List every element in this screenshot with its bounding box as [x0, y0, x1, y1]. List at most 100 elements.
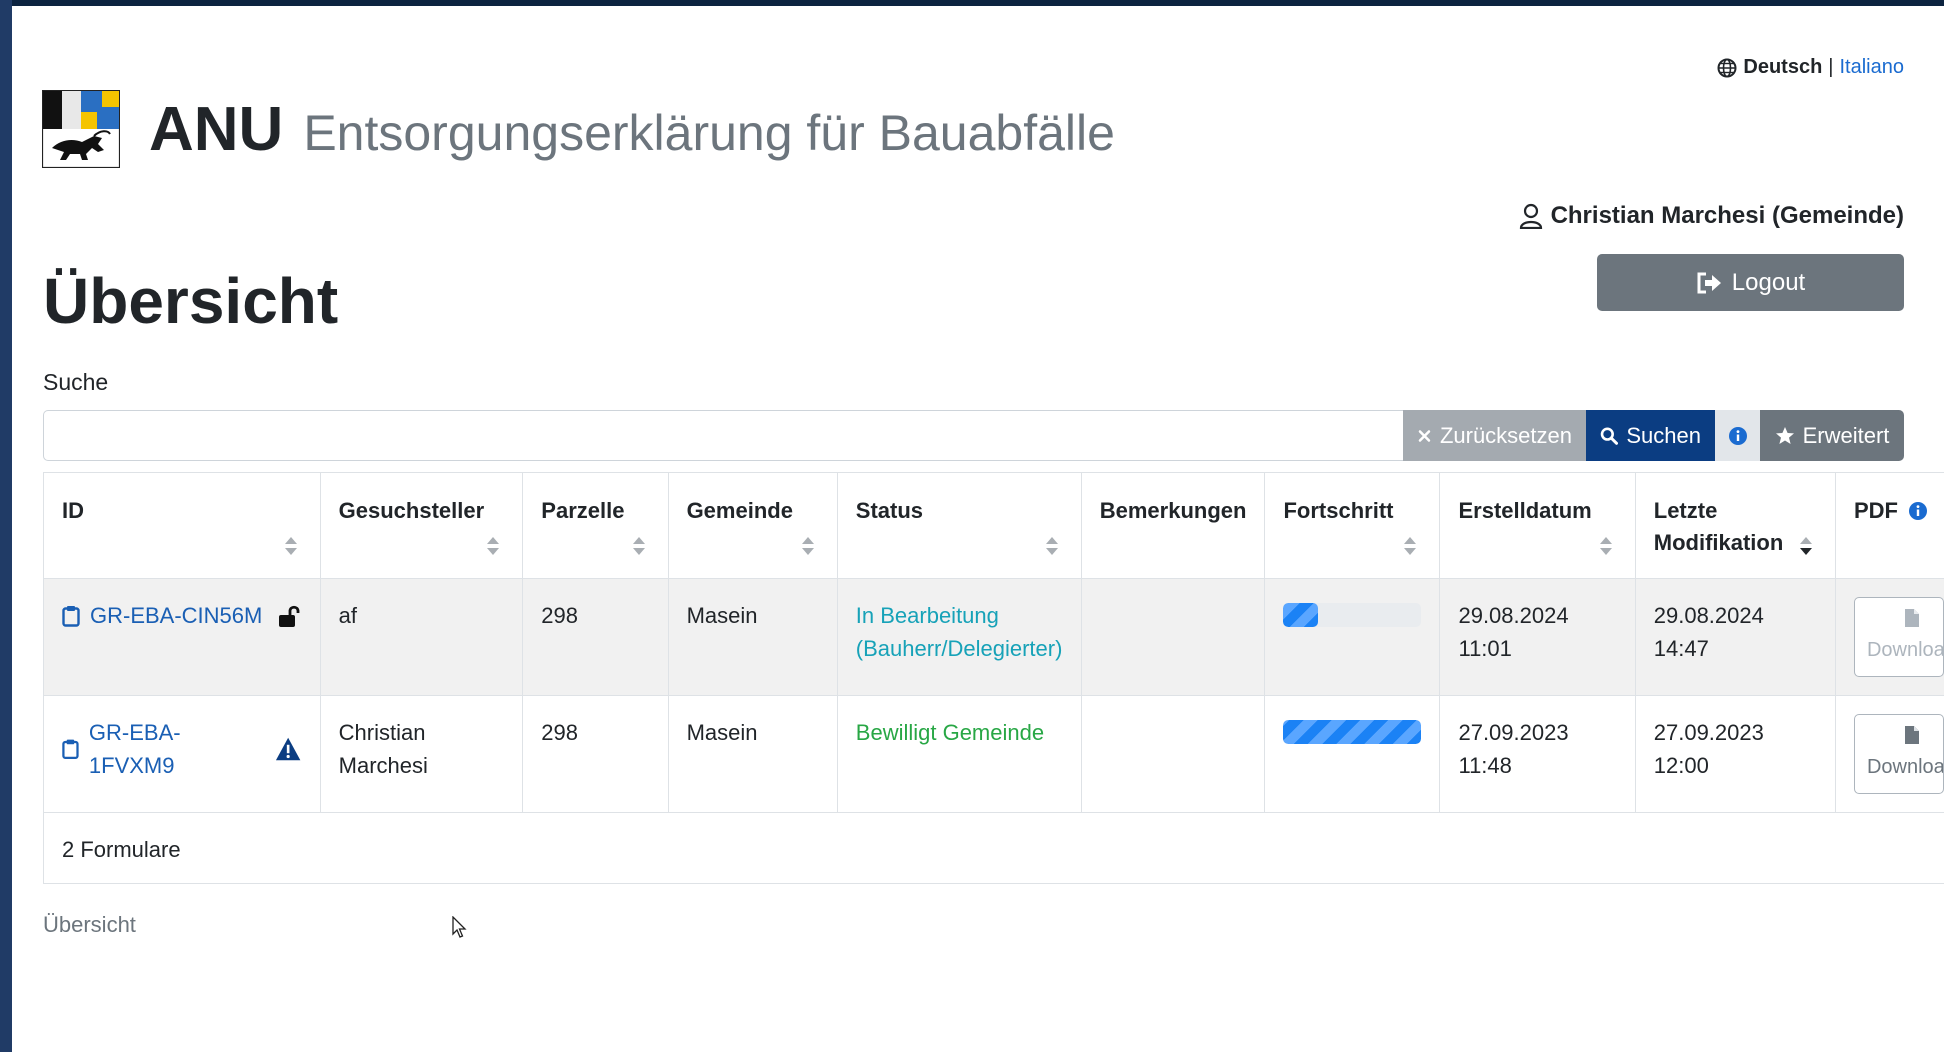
star-icon [1775, 426, 1794, 444]
column-label: ID [62, 498, 84, 523]
cell-erstelldatum: 29.08.2024 11:01 [1439, 578, 1636, 696]
column-header-id[interactable]: ID [43, 472, 321, 579]
close-icon [1418, 429, 1431, 442]
cell-fortschritt [1264, 695, 1441, 813]
page-title: Übersicht [43, 265, 339, 337]
reset-button[interactable]: Zurücksetzen [1403, 410, 1586, 461]
app-brand: ANU Entsorgungserklärung für Bauabfälle [149, 94, 1115, 165]
cell-gesuchsteller: Christian Marchesi [319, 695, 524, 813]
cell-modifikation: 29.08.2024 14:47 [1634, 578, 1836, 696]
cell-id: GR-EBA-CIN56M [43, 578, 321, 696]
column-label: Erstelldatum [1458, 498, 1592, 523]
table-row: GR-EBA-CIN56M af 298 Masein In Bearbeitu… [43, 578, 1944, 696]
search-input[interactable] [43, 410, 1403, 461]
search-info-button[interactable] [1715, 410, 1760, 461]
logout-label: Logout [1731, 268, 1806, 296]
column-label: PDF [1853, 498, 1898, 523]
cell-status: In Bearbeitung (Bauherr/Delegierter) [836, 578, 1082, 696]
search-label-text: Suchen [1626, 422, 1701, 448]
column-label: Gemeinde [686, 498, 793, 523]
language-separator: | [1828, 56, 1834, 78]
info-icon [1728, 426, 1747, 445]
form-id-link[interactable]: GR-EBA-1FVXM9 [89, 716, 255, 782]
column-header-pdf: PDF [1834, 472, 1944, 579]
column-header-erstelldatum[interactable]: Erstelldatum [1439, 472, 1636, 579]
sort-desc-icon [1799, 537, 1812, 555]
language-switcher: Deutsch | Italiano [1717, 56, 1904, 79]
download-pdf-button[interactable]: Download [1853, 597, 1944, 677]
column-header-status[interactable]: Status [836, 472, 1082, 579]
cell-pdf: Download [1834, 578, 1944, 696]
column-header-gemeinde[interactable]: Gemeinde [667, 472, 838, 579]
form-count: 2 Formulare [43, 812, 1944, 884]
unlock-icon [279, 605, 300, 627]
status-text: Bewilligt Gemeinde [855, 720, 1045, 745]
column-header-gesuchsteller[interactable]: Gesuchsteller [319, 472, 524, 579]
app-name: ANU [149, 95, 284, 164]
download-label: Download [1866, 755, 1944, 778]
created-time: 11:48 [1458, 753, 1512, 778]
column-label: Letzte Modifikation [1653, 498, 1784, 555]
breadcrumb[interactable]: Übersicht [43, 912, 136, 938]
modified-date: 27.09.2023 [1653, 720, 1764, 745]
warning-icon [276, 737, 301, 761]
cell-gesuchsteller: af [319, 578, 524, 696]
cell-parzelle: 298 [522, 578, 669, 696]
cell-status: Bewilligt Gemeinde [836, 695, 1082, 813]
extended-label: Erweitert [1802, 422, 1890, 448]
sort-icon [801, 537, 814, 555]
forms-table: ID Gesuchsteller Parzelle Gemeinde Statu… [43, 472, 1944, 884]
cell-bemerkungen [1080, 578, 1266, 696]
app-subtitle: Entsorgungserklärung für Bauabfälle [303, 105, 1115, 161]
info-icon[interactable] [1908, 501, 1928, 521]
column-header-bemerkungen: Bemerkungen [1080, 472, 1266, 579]
cell-gemeinde: Masein [667, 695, 838, 813]
forms-table-wrapper: ID Gesuchsteller Parzelle Gemeinde Statu… [43, 472, 1944, 884]
column-label: Fortschritt [1283, 498, 1394, 523]
progress-bar [1283, 720, 1422, 744]
table-row: GR-EBA-1FVXM9 Christian Marchesi 298 Mas… [43, 695, 1944, 813]
download-pdf-button[interactable]: Download [1853, 714, 1944, 794]
created-date: 27.09.2023 [1458, 720, 1569, 745]
modified-time: 12:00 [1653, 753, 1709, 778]
language-deutsch[interactable]: Deutsch [1743, 56, 1822, 79]
cell-bemerkungen [1080, 695, 1266, 813]
file-icon [1904, 725, 1919, 744]
column-header-letzte-modifikation[interactable]: Letzte Modifikation [1634, 472, 1836, 579]
search-button[interactable]: Suchen [1586, 410, 1715, 461]
user-name: Christian Marchesi (Gemeinde) [1550, 202, 1904, 229]
extended-search-button[interactable]: Erweitert [1760, 410, 1904, 461]
progress-fill [1283, 720, 1422, 744]
download-label: Download [1866, 638, 1944, 661]
user-icon [1519, 203, 1542, 229]
progress-bar [1283, 603, 1422, 627]
column-label: Parzelle [541, 498, 625, 523]
sort-icon [1045, 537, 1058, 555]
form-id-link[interactable]: GR-EBA-CIN56M [90, 599, 262, 632]
search-label: Suche [43, 369, 109, 395]
modified-time: 14:47 [1653, 636, 1709, 661]
language-italiano-link[interactable]: Italiano [1840, 56, 1905, 79]
created-time: 11:01 [1458, 636, 1512, 661]
reset-label: Zurücksetzen [1439, 422, 1572, 448]
sort-icon [1404, 537, 1417, 555]
cell-id: GR-EBA-1FVXM9 [43, 695, 321, 813]
window-left-edge [0, 0, 12, 1052]
sort-icon [487, 537, 500, 555]
logout-button[interactable]: Logout [1597, 254, 1904, 311]
canton-graubuenden-logo [42, 90, 120, 168]
column-label: Gesuchsteller [338, 498, 485, 523]
created-date: 29.08.2024 [1458, 603, 1569, 628]
cell-parzelle: 298 [522, 695, 669, 813]
column-header-fortschritt[interactable]: Fortschritt [1264, 472, 1441, 579]
mouse-cursor-icon [452, 916, 467, 938]
search-icon [1600, 427, 1619, 445]
progress-fill [1283, 603, 1318, 627]
file-icon [1904, 608, 1919, 627]
column-header-parzelle[interactable]: Parzelle [522, 472, 669, 579]
column-label: Status [855, 498, 924, 523]
cell-gemeinde: Masein [667, 578, 838, 696]
column-label: Bemerkungen [1099, 498, 1247, 523]
modified-date: 29.08.2024 [1653, 603, 1764, 628]
globe-icon [1717, 58, 1737, 77]
